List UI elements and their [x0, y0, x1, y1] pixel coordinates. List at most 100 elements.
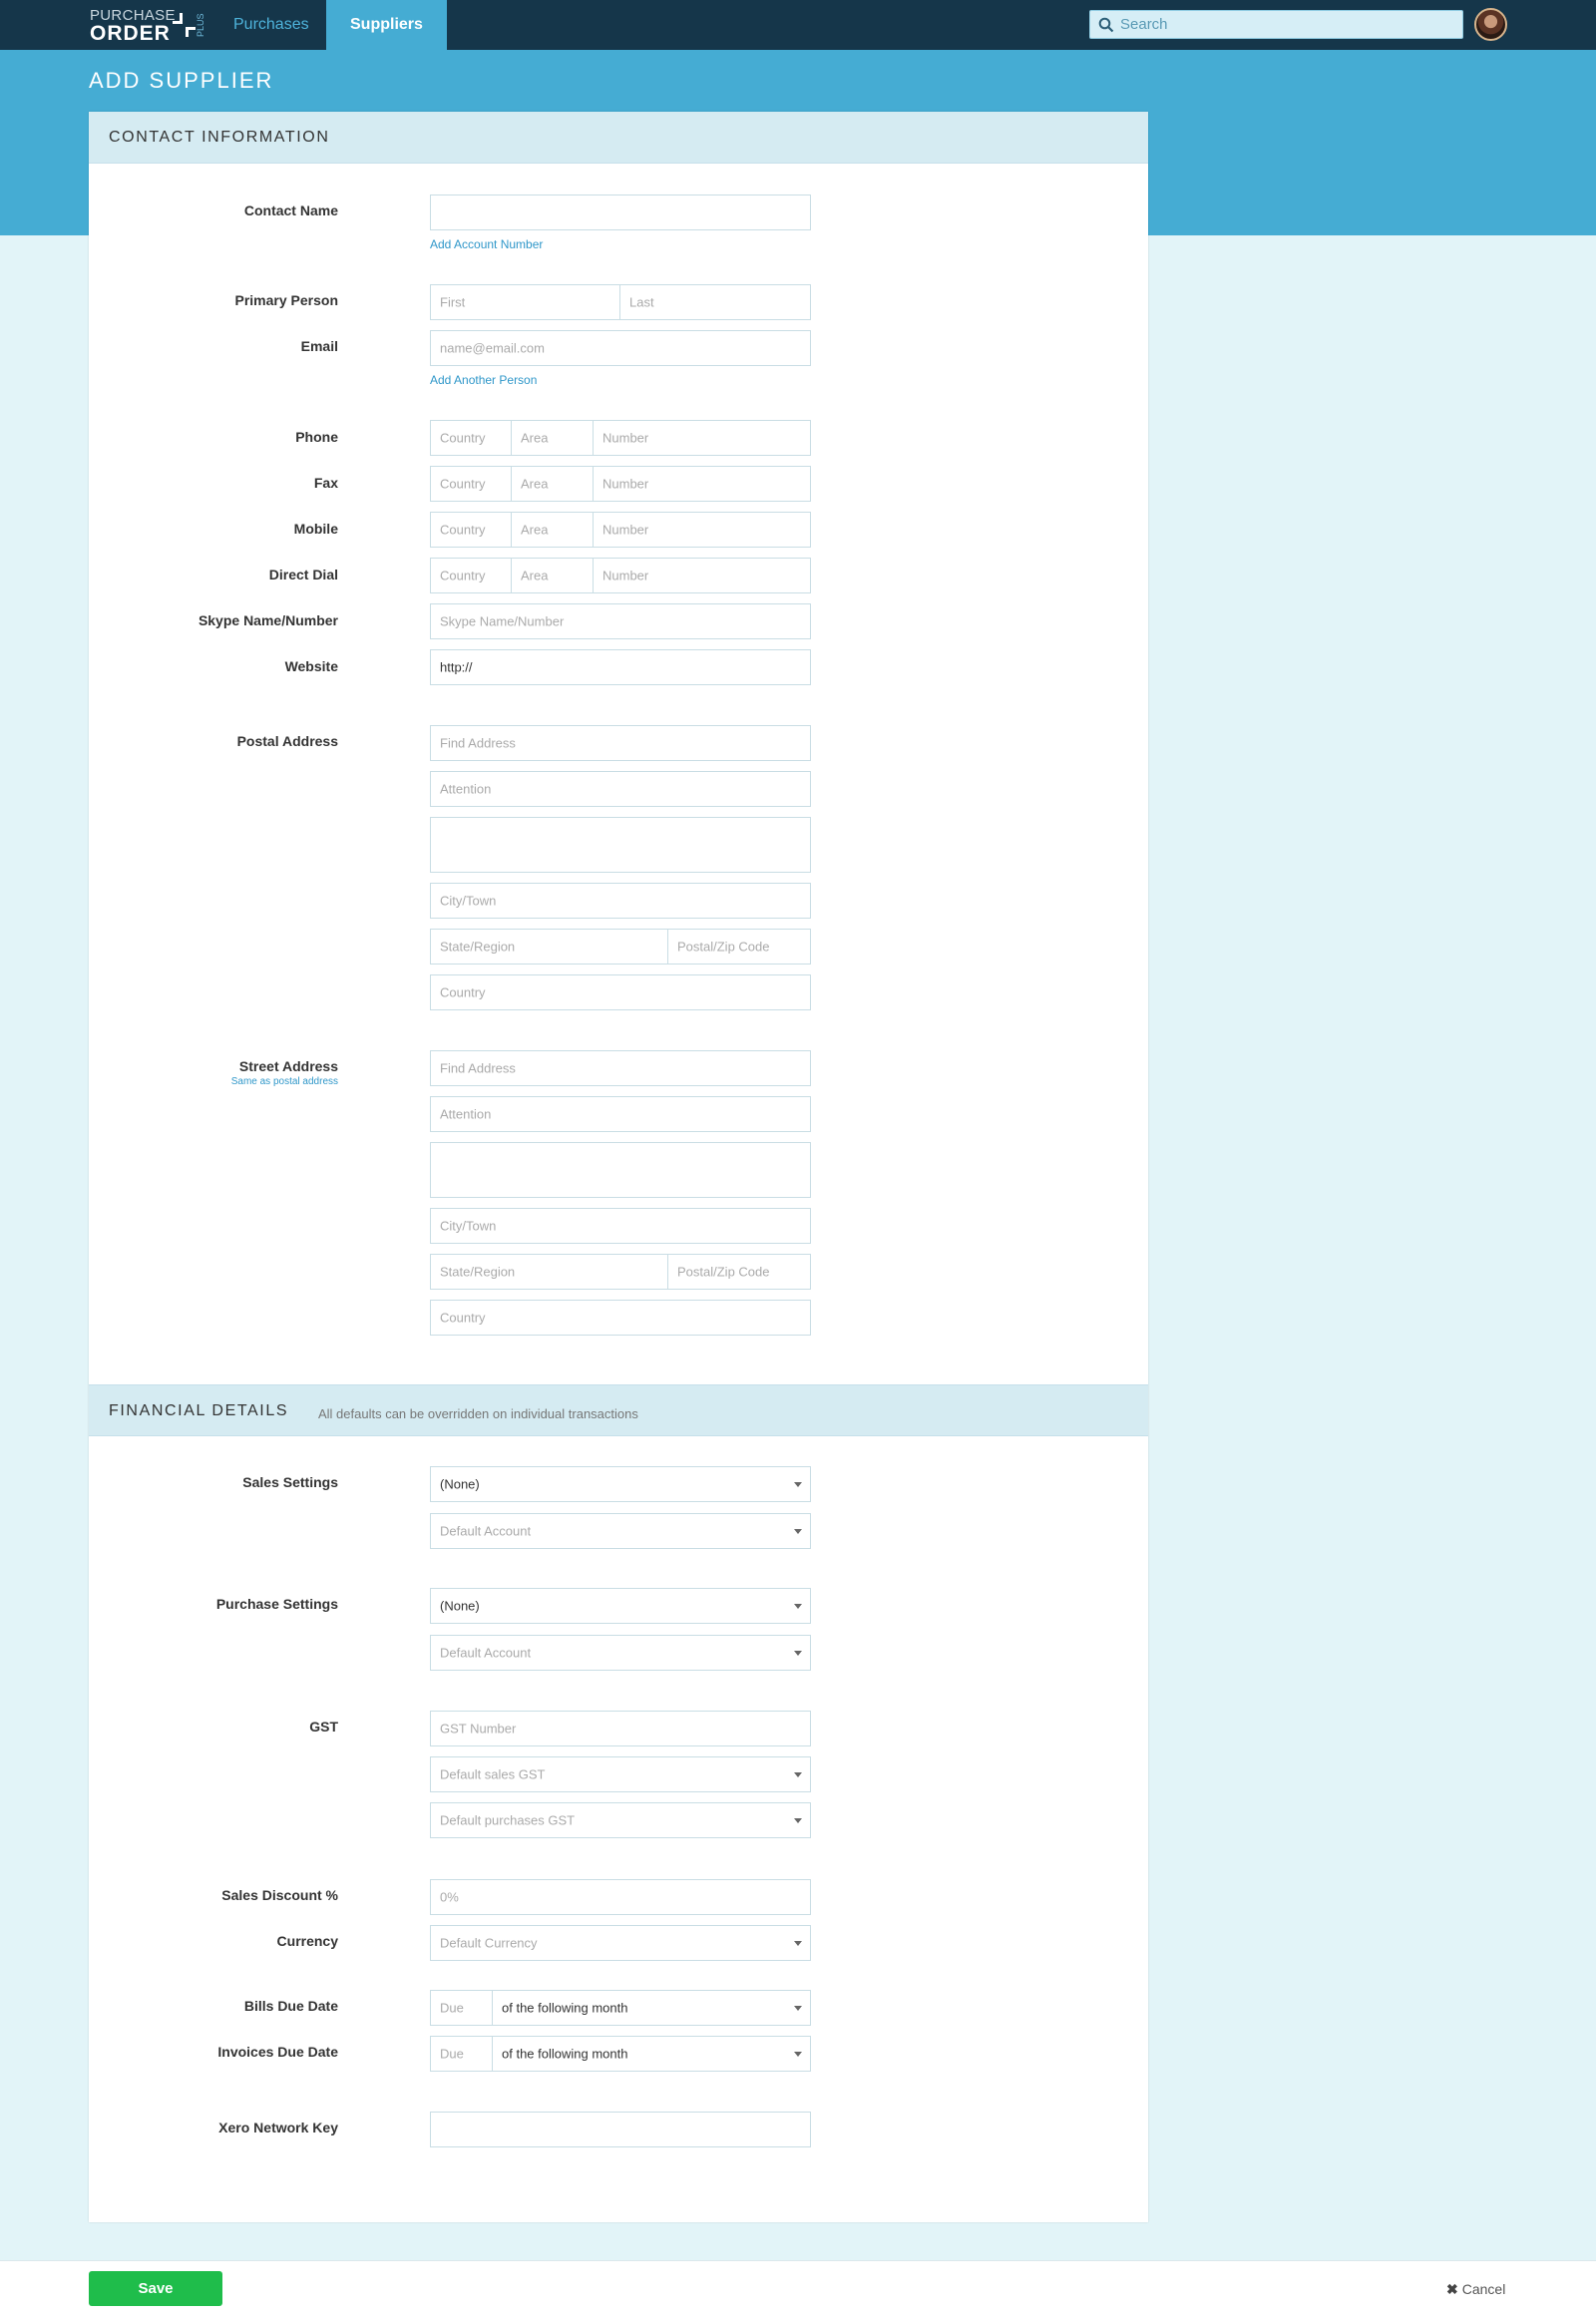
postal-state-placeholder: State/Region [440, 939, 516, 955]
sales-settings-select[interactable]: (None) [430, 1466, 811, 1502]
sales-discount-placeholder: 0% [440, 1889, 459, 1905]
street-state-zip-fields: State/Region Postal/Zip Code [430, 1254, 811, 1290]
default-purchases-gst-select[interactable]: Default purchases GST [430, 1802, 811, 1838]
purchase-settings-label: Purchase Settings [215, 1596, 338, 1612]
email-input[interactable]: name@email.com [430, 330, 811, 366]
page-title: ADD SUPPLIER [89, 68, 274, 93]
street-attention-input[interactable]: Attention [430, 1096, 811, 1132]
save-button[interactable]: Save [89, 2271, 222, 2306]
chevron-down-icon [794, 1772, 802, 1777]
nav-tab-purchases[interactable]: Purchases [209, 0, 333, 50]
street-address-label: Street Address [238, 1058, 338, 1074]
chevron-down-icon [794, 2006, 802, 2011]
street-country-input[interactable]: Country [430, 1300, 811, 1336]
default-sales-gst-value: Default sales GST [440, 1766, 546, 1782]
mobile-area-placeholder: Area [521, 522, 549, 538]
mobile-country-input[interactable]: Country [431, 513, 512, 547]
add-another-person-link[interactable]: Add Another Person [430, 373, 537, 387]
first-name-placeholder: First [440, 294, 466, 310]
street-find-address-placeholder: Find Address [440, 1060, 516, 1076]
app-logo[interactable]: PURCHASE ORDER PLUS [90, 7, 205, 45]
direct-dial-area-placeholder: Area [521, 568, 549, 583]
phone-fields: Country Area Number [430, 420, 811, 456]
skype-label: Skype Name/Number [198, 612, 338, 628]
phone-area-placeholder: Area [521, 430, 549, 446]
phone-area-input[interactable]: Area [512, 421, 594, 455]
sales-default-account-select[interactable]: Default Account [430, 1513, 811, 1549]
postal-state-input[interactable]: State/Region [431, 930, 668, 964]
invoices-due-day-input[interactable]: Due [431, 2037, 493, 2071]
search-input[interactable] [1120, 14, 1449, 35]
sales-discount-input[interactable]: 0% [430, 1879, 811, 1915]
fax-country-input[interactable]: Country [431, 467, 512, 501]
mobile-area-input[interactable]: Area [512, 513, 594, 547]
currency-select[interactable]: Default Currency [430, 1925, 811, 1961]
financial-details-header: FINANCIAL DETAILS All defaults can be ov… [89, 1384, 1148, 1436]
postal-country-input[interactable]: Country [430, 974, 811, 1010]
postal-zip-input[interactable]: Postal/Zip Code [668, 930, 810, 964]
bills-due-day-input[interactable]: Due [431, 1991, 493, 2025]
postal-find-address-input[interactable]: Find Address [430, 725, 811, 761]
currency-label: Currency [276, 1933, 338, 1949]
search-box[interactable] [1089, 10, 1463, 39]
invoices-due-day-placeholder: Due [440, 2046, 464, 2062]
street-find-address-input[interactable]: Find Address [430, 1050, 811, 1086]
phone-number-input[interactable]: Number [594, 421, 810, 455]
postal-city-input[interactable]: City/Town [430, 883, 811, 919]
invoices-due-term-select[interactable]: of the following month [493, 2037, 810, 2071]
contact-name-input[interactable] [430, 194, 811, 230]
street-zip-input[interactable]: Postal/Zip Code [668, 1255, 810, 1289]
fax-number-input[interactable]: Number [594, 467, 810, 501]
direct-dial-area-input[interactable]: Area [512, 559, 594, 592]
mobile-fields: Country Area Number [430, 512, 811, 548]
direct-dial-label: Direct Dial [268, 567, 338, 582]
street-state-placeholder: State/Region [440, 1264, 516, 1280]
contact-name-label: Contact Name [243, 202, 338, 218]
postal-city-placeholder: City/Town [440, 893, 497, 909]
skype-input[interactable]: Skype Name/Number [430, 603, 811, 639]
default-purchases-gst-value: Default purchases GST [440, 1812, 576, 1828]
postal-attention-input[interactable]: Attention [430, 771, 811, 807]
primary-person-fields: First Last [430, 284, 811, 320]
bills-due-term-select[interactable]: of the following month [493, 1991, 810, 2025]
postal-find-address-placeholder: Find Address [440, 735, 516, 751]
user-avatar[interactable] [1474, 8, 1507, 41]
add-account-number-link[interactable]: Add Account Number [430, 237, 543, 251]
last-name-input[interactable]: Last [620, 285, 810, 319]
postal-state-zip-fields: State/Region Postal/Zip Code [430, 929, 811, 965]
mobile-country-placeholder: Country [440, 522, 486, 538]
xero-network-key-input[interactable] [430, 2112, 811, 2147]
street-state-input[interactable]: State/Region [431, 1255, 668, 1289]
fax-fields: Country Area Number [430, 466, 811, 502]
same-as-postal-link[interactable]: Same as postal address [89, 1076, 338, 1087]
street-zip-placeholder: Postal/Zip Code [677, 1264, 770, 1280]
street-address-lines-textarea[interactable] [430, 1142, 811, 1198]
first-name-input[interactable]: First [431, 285, 620, 319]
phone-label: Phone [295, 429, 338, 445]
contact-information-header: CONTACT INFORMATION [89, 112, 1148, 164]
website-input[interactable]: http:// [430, 649, 811, 685]
fax-area-placeholder: Area [521, 476, 549, 492]
purchase-default-account-select[interactable]: Default Account [430, 1635, 811, 1671]
contact-section-title: CONTACT INFORMATION [109, 129, 330, 146]
cancel-button[interactable]: ✖ Cancel [1446, 2281, 1505, 2298]
cancel-label: Cancel [1461, 2281, 1506, 2297]
direct-dial-number-input[interactable]: Number [594, 559, 810, 592]
nav-tab-suppliers[interactable]: Suppliers [326, 0, 447, 50]
purchase-settings-select[interactable]: (None) [430, 1588, 811, 1624]
sales-discount-label: Sales Discount % [221, 1887, 338, 1903]
direct-dial-country-input[interactable]: Country [431, 559, 512, 592]
gst-number-input[interactable]: GST Number [430, 1711, 811, 1746]
fax-country-placeholder: Country [440, 476, 486, 492]
fax-area-input[interactable]: Area [512, 467, 594, 501]
postal-attention-placeholder: Attention [440, 781, 492, 797]
website-value: http:// [440, 659, 473, 675]
postal-address-lines-textarea[interactable] [430, 817, 811, 873]
phone-country-input[interactable]: Country [431, 421, 512, 455]
financial-section-title: FINANCIAL DETAILS [109, 1402, 289, 1419]
street-city-input[interactable]: City/Town [430, 1208, 811, 1244]
default-sales-gst-select[interactable]: Default sales GST [430, 1756, 811, 1792]
fax-number-placeholder: Number [602, 476, 649, 492]
mobile-number-input[interactable]: Number [594, 513, 810, 547]
invoices-due-date-label: Invoices Due Date [217, 2044, 338, 2060]
